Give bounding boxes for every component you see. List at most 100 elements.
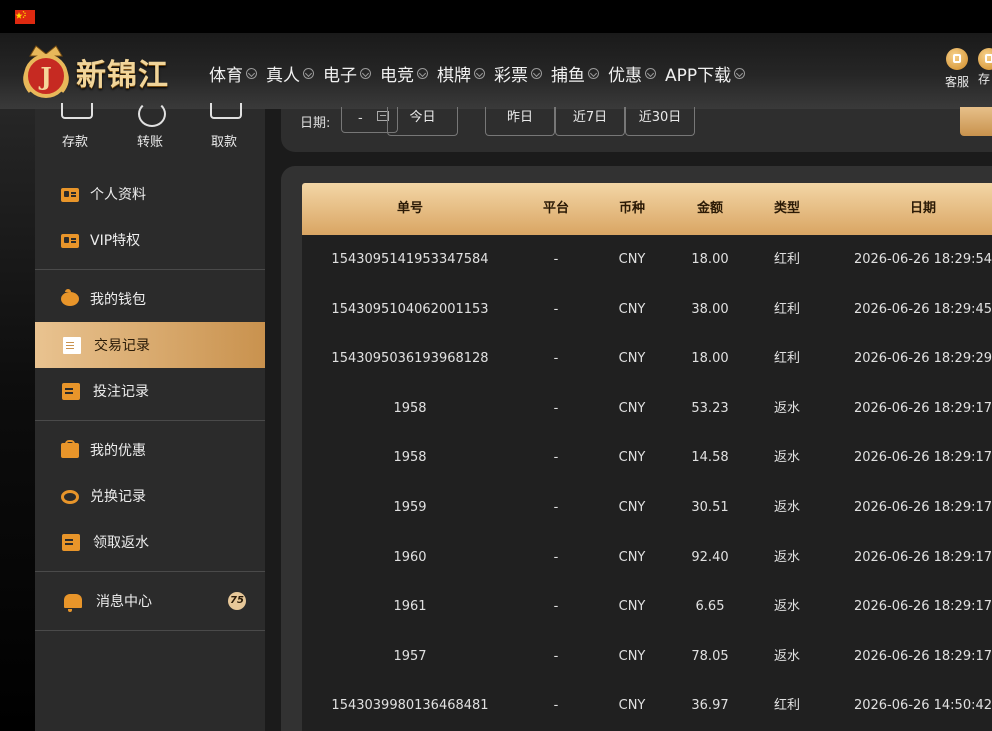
deposit-button[interactable]: 存款 [45,103,105,150]
sidebar-item-transactions[interactable]: 交易记录 [35,322,265,368]
cell-amount: 36.97 [691,698,729,714]
cell-order-no: 1543095036193968128 [331,351,489,367]
cell-amount: 14.58 [691,450,729,466]
nav-app-download[interactable]: APP下载 [665,61,746,86]
cell-currency: CNY [618,499,646,515]
range-today-button[interactable]: 今日 [387,107,458,136]
chevron-down-icon [588,68,599,79]
cell-order-no: 1958 [393,450,427,466]
cell-order-no: 1961 [393,599,427,615]
column-header-type[interactable]: 类型 [750,183,824,235]
sidebar-item-wallet[interactable]: 我的钱包 [35,276,265,322]
deposit-header-button[interactable]: 存 [978,48,992,87]
table-row: 1543095104062001153 - CNY 38.00 红利 2026-06-26… [302,285,992,335]
nav-promotions[interactable]: 优惠 [608,61,656,86]
customer-service-icon [946,48,968,70]
range-30days-button[interactable]: 近30日 [625,107,695,136]
logo-text: 新锦江 [76,58,169,93]
search-button[interactable] [960,107,992,136]
nav-lottery[interactable]: 彩票 [494,61,542,86]
customer-service-button[interactable]: 客服 [942,48,972,90]
account-sidebar: 存款 转账 取款 个人资料 VIP特权 我的钱包 交易记录 投注记录 我的优惠 … [35,101,265,731]
chevron-down-icon [531,68,542,79]
clipboard-icon [62,533,80,551]
column-header-platform[interactable]: 平台 [518,183,594,235]
sidebar-item-my-promotions[interactable]: 我的优惠 [35,427,265,473]
cell-date: 2026-06-26 18:29:17 [853,549,992,565]
nav-slots[interactable]: 电子 [323,61,371,86]
cell-amount: 78.05 [691,648,729,664]
table-row: 1959 - CNY 30.51 返水 2026-06-26 18:29:17 [302,483,992,533]
column-header-date[interactable]: 日期 [824,183,992,235]
cell-order-no: 1957 [393,648,427,664]
sidebar-item-claim-rebate[interactable]: 领取返水 [35,519,265,565]
transactions-table: 单号 平台 币种 金额 类型 日期 1543095141953347584 - CN… [302,183,992,731]
cell-currency: CNY [618,549,646,565]
cell-amount: 53.23 [691,400,729,416]
cell-platform: - [553,599,559,615]
money-bag-icon [61,490,79,504]
sidebar-item-vip[interactable]: VIP特权 [35,217,265,263]
chevron-down-icon [474,68,485,79]
sidebar-item-redeem-records[interactable]: 兑换记录 [35,473,265,519]
cell-order-no: 1960 [393,549,427,565]
cell-platform: - [553,698,559,714]
bell-icon [64,594,82,612]
date-filter-label: 日期: [300,116,331,131]
sidebar-item-bet-records[interactable]: 投注记录 [35,368,265,414]
cell-amount: 6.65 [695,599,725,615]
cell-order-no: 1959 [393,499,427,515]
nav-cards[interactable]: 棋牌 [437,61,485,86]
cell-currency: CNY [618,400,646,416]
sidebar-item-profile[interactable]: 个人资料 [35,171,265,217]
table-row: 1958 - CNY 53.23 返水 2026-06-26 18:29:17 [302,384,992,434]
table-row: 1958 - CNY 14.58 返水 2026-06-26 18:29:17 [302,433,992,483]
cell-type: 返水 [773,400,800,416]
column-header-order-no[interactable]: 单号 [302,183,518,235]
cell-order-no: 1958 [393,400,427,416]
cell-date: 2026-06-26 18:29:17 [853,450,992,466]
document-icon [63,336,81,354]
range-7days-button[interactable]: 近7日 [555,107,625,136]
chevron-down-icon [360,68,371,79]
cell-currency: CNY [618,599,646,615]
unread-count-badge: 75 [228,592,246,610]
nav-sports[interactable]: 体育 [209,61,257,86]
gift-bag-icon [61,439,79,458]
column-header-amount[interactable]: 金额 [670,183,750,235]
china-flag-icon[interactable] [15,10,35,24]
column-header-currency[interactable]: 币种 [594,183,670,235]
top-strip [0,0,992,33]
nav-fishing[interactable]: 捕鱼 [551,61,599,86]
chevron-down-icon [417,68,428,79]
table-row: 1543095141953347584 - CNY 18.00 红利 2026-06-26… [302,235,992,285]
range-yesterday-button[interactable]: 昨日 [485,107,555,136]
chevron-down-icon [246,68,257,79]
cell-type: 红利 [773,301,800,317]
withdraw-button[interactable]: 取款 [194,103,254,150]
cell-amount: 18.00 [691,252,729,267]
table-row: 1543095036193968128 - CNY 18.00 红利 2026-06-26… [302,334,992,384]
date-filter-bar: 日期: - 今日 昨日 近7日 近30日 [281,107,992,152]
transfer-button[interactable]: 转账 [120,101,180,150]
piggy-bank-icon [61,289,79,306]
cell-platform: - [553,351,559,367]
table-row: 1960 - CNY 92.40 返水 2026-06-26 18:29:17 [302,533,992,583]
nav-live[interactable]: 真人 [266,61,314,86]
cell-currency: CNY [618,351,646,367]
menu-group-messages: 消息中心 75 [35,572,265,631]
cell-type: 返水 [773,549,800,565]
table-row: 1961 - CNY 6.65 返水 2026-06-26 18:29:17 [302,582,992,632]
cell-type: 返水 [773,648,800,664]
chevron-down-icon [303,68,314,79]
cell-currency: CNY [618,698,646,714]
cell-type: 红利 [773,252,800,267]
transactions-panel: 单号 平台 币种 金额 类型 日期 1543095141953347584 - CN… [281,166,992,731]
table-header: 单号 平台 币种 金额 类型 日期 [302,183,992,235]
sidebar-item-messages[interactable]: 消息中心 75 [35,578,265,624]
site-logo[interactable]: J 新锦江 [20,42,190,98]
withdraw-icon [210,103,242,119]
cell-currency: CNY [618,450,646,466]
cell-platform: - [553,252,559,267]
nav-esports[interactable]: 电竞 [380,61,428,86]
